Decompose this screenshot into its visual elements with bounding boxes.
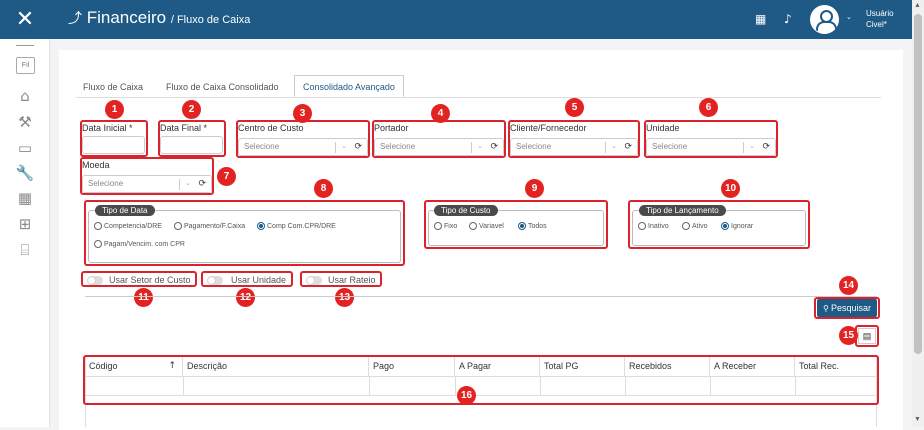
annotation-box <box>628 200 810 249</box>
annotation-badge: 12 <box>236 288 255 307</box>
annotation-badge: 15 <box>839 326 858 345</box>
chart-trend-icon: ⤴ <box>68 11 82 27</box>
top-bar: ✕ ⤴ Financeiro / Fluxo de Caixa ▦ ♪ ⌄ Us… <box>0 0 912 39</box>
scroll-thumb[interactable] <box>914 14 922 354</box>
annotation-box <box>201 271 293 287</box>
annotation-box <box>424 200 608 249</box>
filter-button[interactable]: Fil <box>16 57 35 74</box>
annotation-box <box>644 120 778 158</box>
annotation-badge: 11 <box>134 288 153 307</box>
annotation-badge: 4 <box>431 104 450 123</box>
calendar-icon[interactable]: ▦ <box>755 12 766 26</box>
bell-icon[interactable]: ♪ <box>784 12 792 26</box>
user-name[interactable]: Usuário Civel* <box>866 8 894 30</box>
home-icon[interactable]: ⌂ <box>15 87 35 105</box>
annotation-box <box>80 120 148 157</box>
annotation-badge: 13 <box>335 288 354 307</box>
scroll-down-icon[interactable]: ▼ <box>914 416 921 423</box>
annotation-badge: 7 <box>217 167 236 186</box>
grid-icon[interactable]: ▦ <box>15 189 35 207</box>
chevron-down-icon[interactable]: ⌄ <box>846 13 852 21</box>
page-subtitle: / Fluxo de Caixa <box>170 14 251 26</box>
annotation-box <box>372 120 506 158</box>
close-icon[interactable]: ✕ <box>0 0 50 39</box>
annotation-badge: 2 <box>182 100 201 119</box>
annotation-box <box>158 120 226 157</box>
hammer-icon[interactable]: ⚒ <box>15 113 35 131</box>
annotation-badge: 9 <box>525 179 544 198</box>
annotation-badge: 1 <box>105 100 124 119</box>
tab-fluxo-consolidado[interactable]: Fluxo de Caixa Consolidado <box>166 76 279 98</box>
sidebar-divider <box>16 45 34 46</box>
annotation-badge: 14 <box>839 276 858 295</box>
section-divider <box>85 296 877 297</box>
annotation-badge: 8 <box>314 179 333 198</box>
bank-icon[interactable]: ⌸ <box>15 241 35 259</box>
sitemap-icon[interactable]: ⊞ <box>15 215 35 233</box>
annotation-badge: 6 <box>699 98 718 117</box>
annotation-badge: 16 <box>457 386 476 405</box>
page-title: ⤴ Financeiro / Fluxo de Caixa <box>68 8 250 28</box>
annotation-box <box>80 157 214 195</box>
app-title: Financeiro <box>86 8 167 27</box>
annotation-box <box>83 355 879 405</box>
wrench-icon[interactable]: 🔧 <box>15 164 35 182</box>
annotation-box <box>855 325 879 347</box>
avatar[interactable] <box>810 5 839 34</box>
annotation-box <box>814 297 880 319</box>
annotation-box <box>236 120 370 158</box>
annotation-box <box>84 200 405 266</box>
annotation-box <box>300 271 382 287</box>
user-line2: Civel* <box>866 20 887 29</box>
archive-icon[interactable]: ▭ <box>15 139 35 157</box>
annotation-badge: 3 <box>293 104 312 123</box>
scrollbar[interactable]: ▲ ▼ <box>912 0 924 427</box>
tab-fluxo-caixa[interactable]: Fluxo de Caixa <box>83 76 143 98</box>
annotation-badge: 5 <box>565 98 584 117</box>
tab-divider <box>76 97 881 98</box>
sidebar: Fil ⌂ ⚒ ▭ 🔧 ▦ ⊞ ⌸ <box>0 39 50 427</box>
annotation-box <box>508 120 640 158</box>
tab-consolidado-avancado[interactable]: Consolidado Avançado <box>294 75 404 97</box>
annotation-box <box>81 271 197 287</box>
user-line1: Usuário <box>866 9 894 18</box>
annotation-badge: 10 <box>721 179 740 198</box>
scroll-up-icon[interactable]: ▲ <box>914 2 921 9</box>
